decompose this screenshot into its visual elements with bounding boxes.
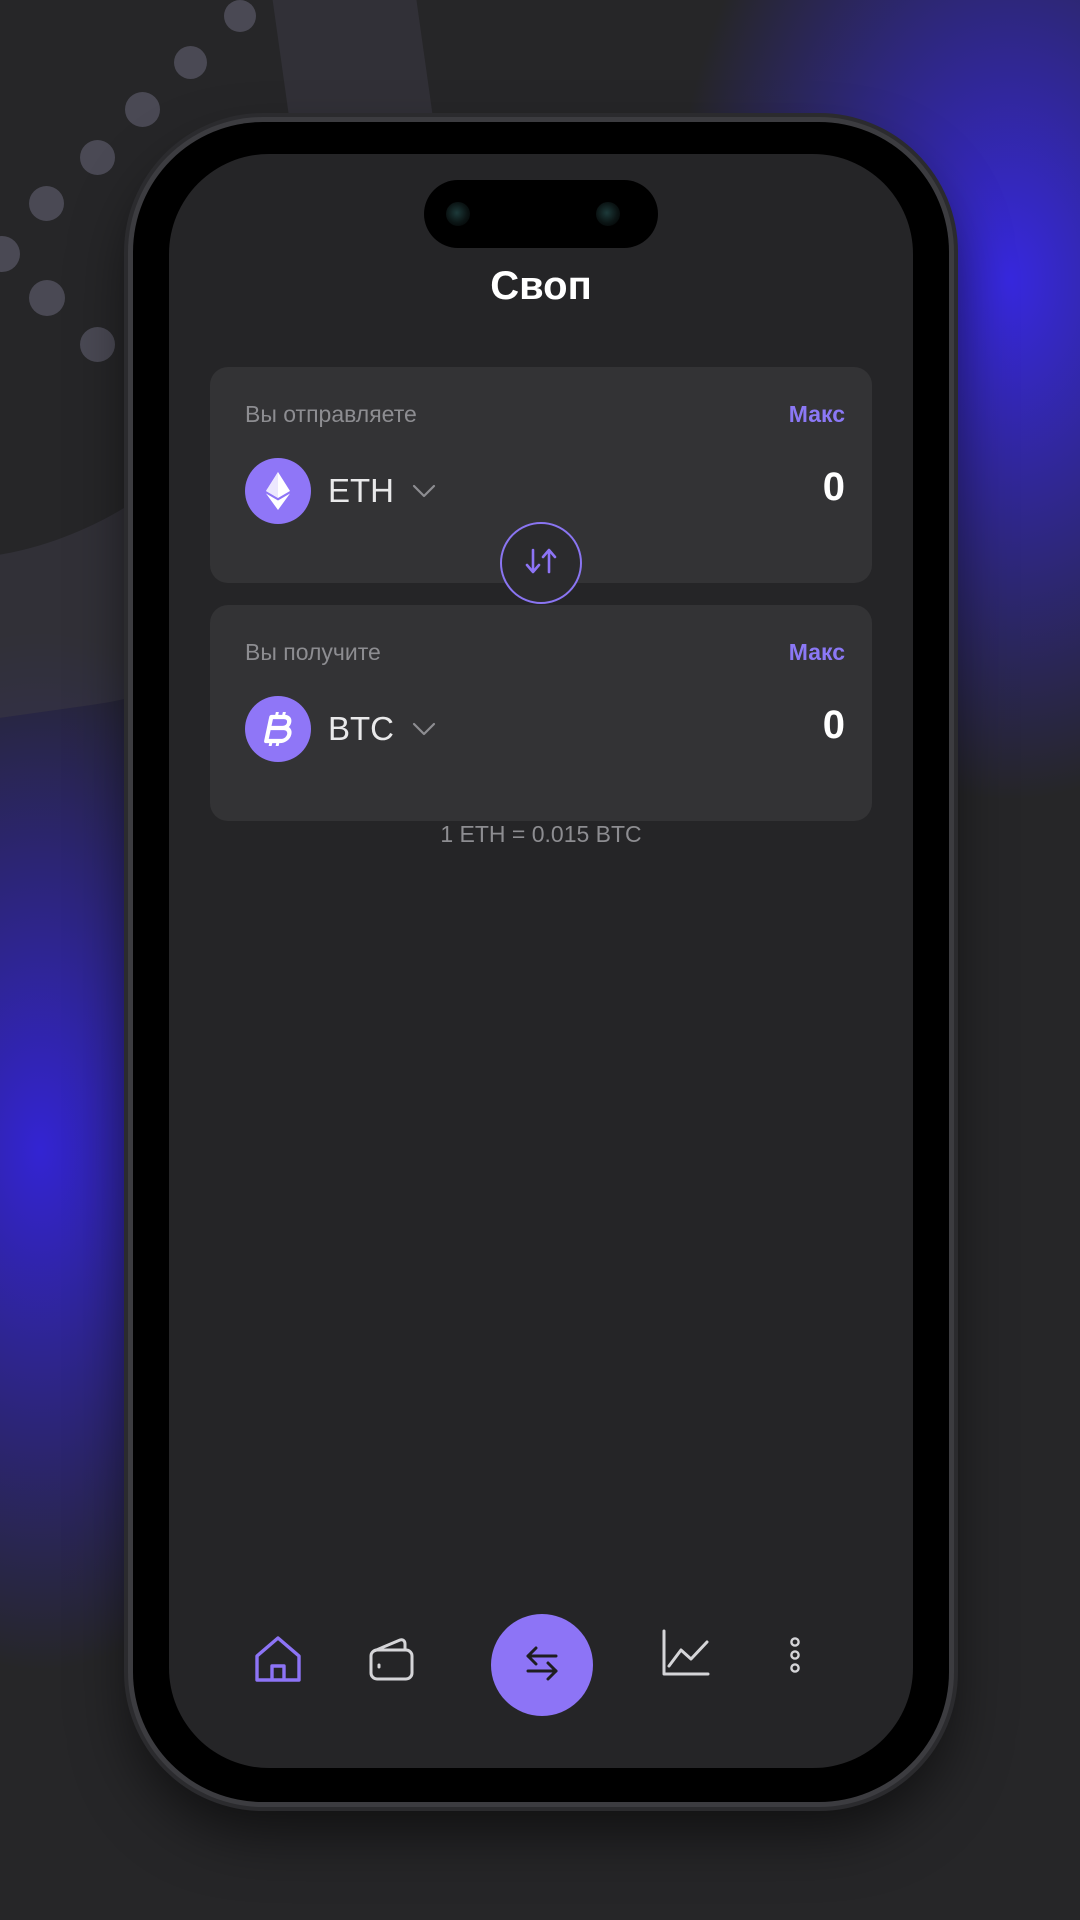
swap-icon xyxy=(524,1643,560,1688)
app-preview-background: Своп Вы отправляете Макс ETH 0 Вы получи… xyxy=(0,0,1080,1920)
nav-home-button[interactable] xyxy=(250,1633,306,1689)
nav-wallet-button[interactable] xyxy=(366,1635,418,1687)
background-dot xyxy=(29,280,65,316)
swap-direction-button[interactable] xyxy=(500,522,582,604)
bitcoin-icon xyxy=(245,696,311,762)
receive-coin-selector[interactable]: BTC xyxy=(245,696,436,762)
dynamic-island xyxy=(424,180,658,248)
exchange-rate: 1 ETH = 0.015 BTC xyxy=(440,821,642,847)
send-label: Вы отправляете xyxy=(245,401,417,427)
nav-chart-button[interactable] xyxy=(661,1628,711,1683)
receive-coin-name: BTC xyxy=(328,710,394,747)
front-camera-icon xyxy=(446,202,470,226)
receive-label: Вы получите xyxy=(245,639,381,665)
chevron-down-icon xyxy=(412,722,436,736)
wallet-icon xyxy=(367,1635,417,1688)
background-dot xyxy=(224,0,256,32)
page-title: Своп xyxy=(490,264,592,308)
background-dot xyxy=(174,46,207,79)
receive-card: Вы получите Макс BTC 0 xyxy=(210,605,872,821)
nav-more-button[interactable] xyxy=(783,1636,807,1678)
background-dot xyxy=(29,186,64,221)
swap-vertical-icon xyxy=(523,546,559,581)
receive-max-button[interactable]: Макс xyxy=(789,639,845,666)
phone-screen: Своп Вы отправляете Макс ETH 0 Вы получи… xyxy=(169,154,913,1768)
send-coin-name: ETH xyxy=(328,472,394,509)
receive-amount-input[interactable]: 0 xyxy=(823,703,845,748)
send-max-button[interactable]: Макс xyxy=(789,401,845,428)
background-dot xyxy=(80,140,115,175)
phone-frame: Своп Вы отправляете Макс ETH 0 Вы получи… xyxy=(133,122,949,1802)
ethereum-icon xyxy=(245,458,311,524)
background-dot xyxy=(125,92,160,127)
sensor-icon xyxy=(596,202,620,226)
nav-swap-button[interactable] xyxy=(491,1614,593,1716)
chart-icon xyxy=(661,1628,711,1683)
send-amount-input[interactable]: 0 xyxy=(823,465,845,510)
background-dot xyxy=(80,327,115,362)
send-coin-selector[interactable]: ETH xyxy=(245,458,436,524)
more-vertical-icon xyxy=(788,1636,802,1679)
chevron-down-icon xyxy=(412,484,436,498)
home-icon xyxy=(252,1634,304,1689)
